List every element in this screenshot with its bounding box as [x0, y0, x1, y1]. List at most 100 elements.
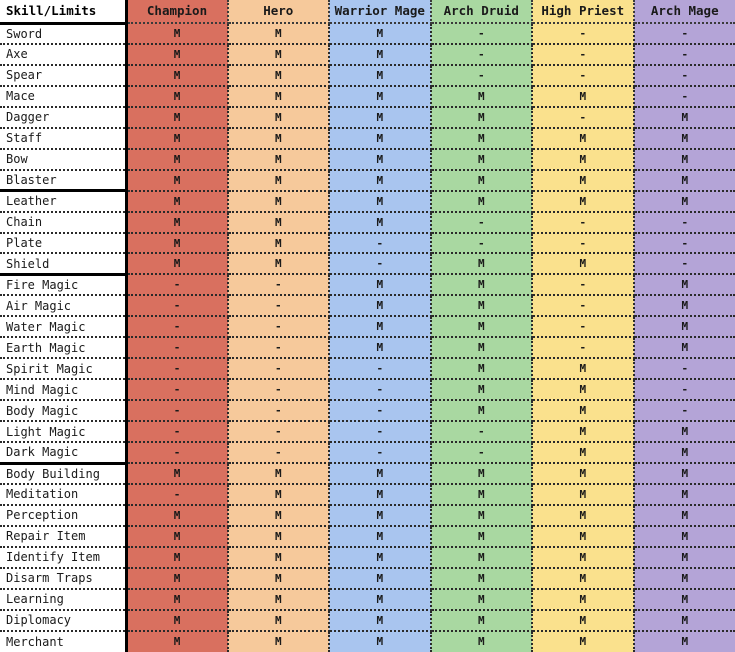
table-row: Leather M M M M M M: [0, 189, 735, 213]
skill-allowed-cell: M: [633, 483, 735, 506]
table-row: Perception M M M M M M: [0, 504, 735, 527]
skill-allowed-cell: M: [430, 85, 533, 108]
skill-allowed-cell: M: [329, 316, 432, 339]
skill-allowed-cell: M: [329, 609, 432, 632]
skill-name-cell: Fire Magic: [0, 272, 128, 297]
skill-allowed-cell: M: [329, 43, 432, 66]
skill-allowed-cell: M: [126, 23, 229, 45]
skill-allowed-cell: M: [227, 211, 330, 234]
skill-allowed-cell: M: [430, 190, 533, 213]
skill-allowed-cell: M: [430, 379, 533, 402]
skill-name-cell: Bow: [0, 148, 128, 171]
skill-allowed-cell: M: [329, 525, 432, 548]
skill-allowed-cell: M: [633, 609, 735, 632]
table-row: Meditation - M M M M M: [0, 483, 735, 506]
skill-allowed-cell: M: [430, 358, 533, 381]
skill-allowed-cell: M: [532, 358, 635, 381]
skill-unavailable-cell: -: [227, 421, 330, 444]
skill-allowed-cell: M: [633, 148, 735, 171]
skill-allowed-cell: M: [633, 421, 735, 444]
skill-allowed-cell: M: [430, 337, 533, 360]
skill-allowed-cell: M: [329, 567, 432, 590]
table-row: Sword M M M - - -: [0, 23, 735, 45]
skill-allowed-cell: M: [633, 463, 735, 485]
skill-allowed-cell: M: [227, 253, 330, 276]
skill-name-cell: Body Building: [0, 461, 128, 485]
skill-allowed-cell: M: [126, 546, 229, 569]
skill-allowed-cell: M: [126, 211, 229, 234]
skill-name-cell: Meditation: [0, 483, 128, 506]
skill-allowed-cell: M: [329, 504, 432, 527]
skill-allowed-cell: M: [430, 316, 533, 339]
skill-allowed-cell: M: [126, 609, 229, 632]
skill-allowed-cell: M: [126, 85, 229, 108]
skill-allowed-cell: M: [633, 567, 735, 590]
skill-allowed-cell: M: [126, 127, 229, 150]
skill-name-cell: Merchant: [0, 630, 128, 652]
skill-allowed-cell: M: [126, 504, 229, 527]
skill-allowed-cell: M: [227, 190, 330, 213]
table-row: Blaster M M M M M M: [0, 169, 735, 192]
skill-name-cell: Dark Magic: [0, 442, 128, 465]
class-column-header: Hero: [227, 0, 330, 24]
skill-unavailable-cell: -: [633, 379, 735, 402]
skill-unavailable-cell: -: [532, 274, 635, 297]
skill-name-cell: Disarm Traps: [0, 567, 128, 590]
skill-allowed-cell: M: [430, 630, 533, 652]
skill-allowed-cell: M: [430, 483, 533, 506]
table-row: Staff M M M M M M: [0, 127, 735, 150]
skill-unavailable-cell: -: [430, 232, 533, 255]
skill-name-cell: Spirit Magic: [0, 358, 128, 381]
skill-allowed-cell: M: [329, 127, 432, 150]
skill-unavailable-cell: -: [227, 337, 330, 360]
skill-allowed-cell: M: [430, 567, 533, 590]
skill-allowed-cell: M: [430, 106, 533, 129]
skill-unavailable-cell: -: [430, 23, 533, 45]
skill-name-cell: Water Magic: [0, 316, 128, 339]
skill-allowed-cell: M: [633, 295, 735, 318]
skill-unavailable-cell: -: [430, 421, 533, 444]
skill-allowed-cell: M: [532, 379, 635, 402]
skill-allowed-cell: M: [430, 127, 533, 150]
skill-allowed-cell: M: [227, 64, 330, 87]
skill-unavailable-cell: -: [227, 400, 330, 423]
skill-unavailable-cell: -: [126, 483, 229, 506]
table-row: Plate M M - - - -: [0, 232, 735, 255]
skill-allowed-cell: M: [532, 463, 635, 485]
skill-allowed-cell: M: [633, 504, 735, 527]
skill-unavailable-cell: -: [329, 232, 432, 255]
table-row: Merchant M M M M M M: [0, 630, 735, 652]
skill-allowed-cell: M: [329, 190, 432, 213]
skill-allowed-cell: M: [430, 525, 533, 548]
skill-allowed-cell: M: [126, 630, 229, 652]
table-row: Dark Magic - - - - M M: [0, 442, 735, 465]
skill-allowed-cell: M: [227, 169, 330, 192]
skill-allowed-cell: M: [532, 483, 635, 506]
skill-unavailable-cell: -: [430, 211, 533, 234]
skill-allowed-cell: M: [633, 190, 735, 213]
skill-allowed-cell: M: [532, 567, 635, 590]
class-column-header: High Priest: [532, 0, 635, 24]
skill-allowed-cell: M: [430, 588, 533, 611]
skill-allowed-cell: M: [329, 169, 432, 192]
skill-unavailable-cell: -: [329, 421, 432, 444]
skill-unavailable-cell: -: [126, 421, 229, 444]
skill-allowed-cell: M: [329, 337, 432, 360]
skill-unavailable-cell: -: [633, 232, 735, 255]
skill-allowed-cell: M: [329, 106, 432, 129]
skill-allowed-cell: M: [633, 630, 735, 652]
skill-unavailable-cell: -: [633, 253, 735, 276]
skill-unavailable-cell: -: [633, 64, 735, 87]
skill-allowed-cell: M: [633, 337, 735, 360]
table-row: Fire Magic - - M M - M: [0, 272, 735, 297]
skill-unavailable-cell: -: [633, 358, 735, 381]
skill-allowed-cell: M: [329, 274, 432, 297]
table-row: Repair Item M M M M M M: [0, 525, 735, 548]
skill-allowed-cell: M: [227, 609, 330, 632]
skill-allowed-cell: M: [126, 169, 229, 192]
skill-allowed-cell: M: [532, 588, 635, 611]
skill-unavailable-cell: -: [126, 442, 229, 465]
skill-unavailable-cell: -: [126, 337, 229, 360]
skill-allowed-cell: M: [430, 274, 533, 297]
skill-allowed-cell: M: [532, 253, 635, 276]
